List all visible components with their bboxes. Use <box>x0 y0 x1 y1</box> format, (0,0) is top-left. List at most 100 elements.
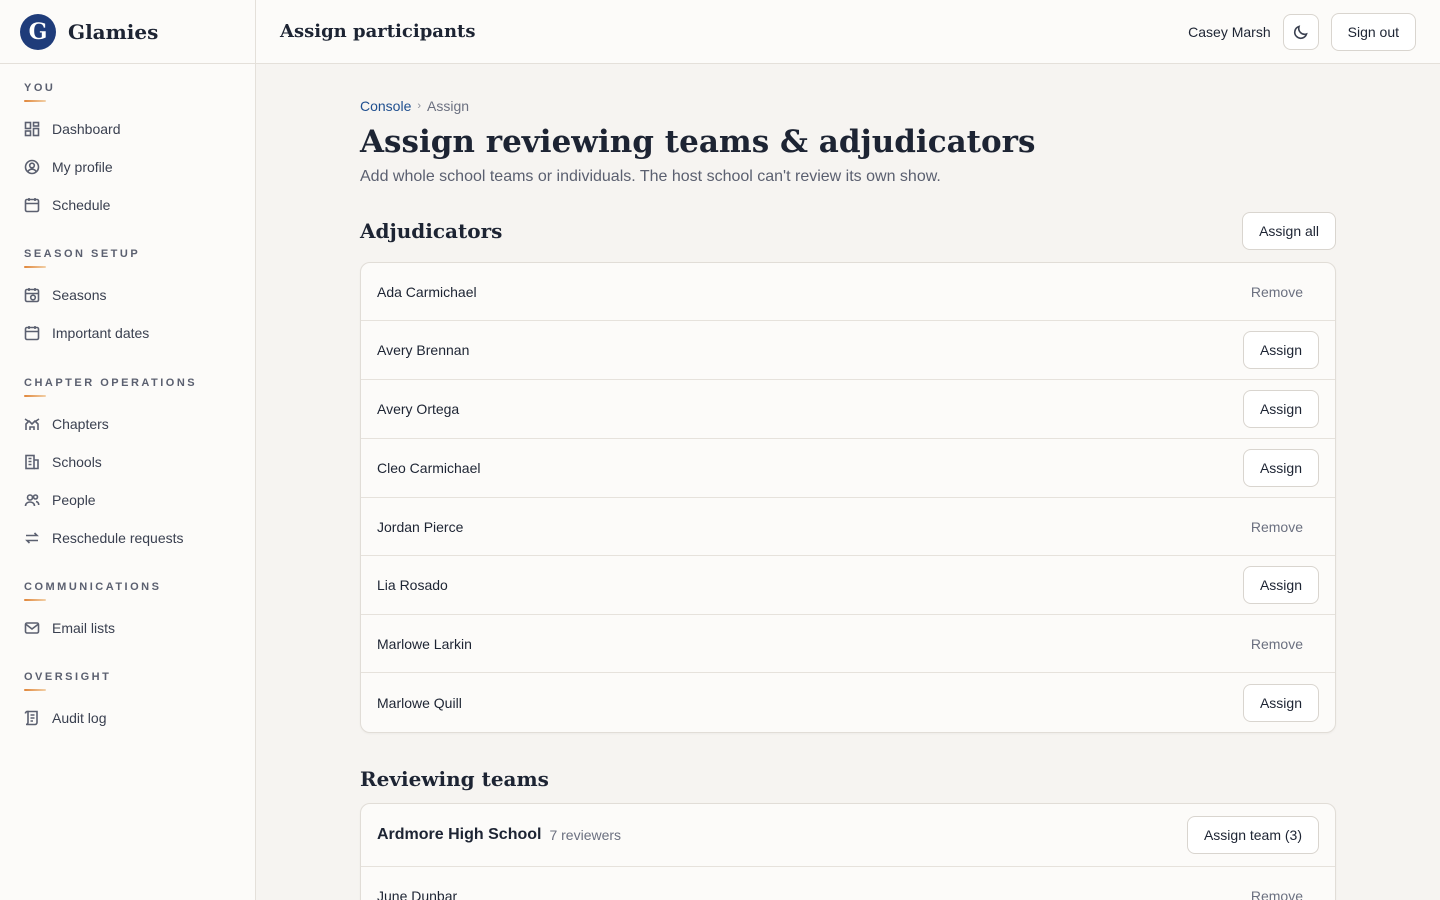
brand-name: Glamies <box>68 19 159 44</box>
breadcrumb-console-link[interactable]: Console <box>360 98 411 114</box>
nav-section-communications: COMMUNICATIONS Email lists <box>24 581 231 647</box>
user-circle-icon <box>24 159 40 175</box>
people-icon <box>24 494 40 507</box>
reviewing-teams-header: Reviewing teams <box>360 767 1336 791</box>
sidebar-item-label: People <box>52 492 96 508</box>
remove-button[interactable]: Remove <box>1251 519 1319 535</box>
sidebar: G Glamies YOU Dashboard My profile Sched… <box>0 0 256 900</box>
sidebar-item-label: My profile <box>52 159 113 175</box>
sidebar-item-label: Seasons <box>52 287 107 303</box>
brand-logo: G <box>20 13 56 50</box>
nav-heading: SEASON SETUP <box>24 248 141 260</box>
breadcrumb-separator-icon: › <box>417 100 422 112</box>
topbar: Assign participants Casey Marsh Sign out <box>256 0 1440 64</box>
adjudicator-name: Cleo Carmichael <box>377 460 481 476</box>
adjudicator-name: Lia Rosado <box>377 577 448 593</box>
assign-button[interactable]: Assign <box>1242 566 1319 604</box>
sidebar-item-dashboard[interactable]: Dashboard <box>24 110 231 148</box>
remove-button[interactable]: Remove <box>1251 636 1319 652</box>
list-item: Marlowe Larkin Remove <box>361 615 1335 673</box>
audit-log-icon <box>24 710 38 726</box>
dashboard-icon <box>24 121 40 137</box>
list-item: Ada Carmichael Remove <box>361 263 1335 321</box>
mail-icon <box>24 622 40 634</box>
sidebar-item-reschedule-requests[interactable]: Reschedule requests <box>24 519 231 557</box>
nav-section-chapter-operations: CHAPTER OPERATIONS Chapters Schools Peop… <box>24 377 231 557</box>
sidebar-item-label: Reschedule requests <box>52 530 184 546</box>
brand[interactable]: G Glamies <box>0 0 255 64</box>
sidebar-item-audit-log[interactable]: Audit log <box>24 699 231 737</box>
sidebar-item-email-lists[interactable]: Email lists <box>24 609 231 647</box>
sidebar-item-label: Chapters <box>52 416 109 432</box>
list-item: Marlowe Quill Assign <box>361 673 1335 732</box>
sidebar-item-seasons[interactable]: Seasons <box>24 276 231 314</box>
user-name: Casey Marsh <box>1188 23 1271 40</box>
assign-button[interactable]: Assign <box>1242 449 1319 487</box>
team-school-name: Ardmore High School <box>377 826 542 843</box>
nav-heading-underline <box>24 266 46 268</box>
breadcrumb-current: Assign <box>427 98 470 114</box>
list-item: Cleo Carmichael Assign <box>361 439 1335 498</box>
adjudicator-name: Marlowe Larkin <box>377 635 472 652</box>
nav-section-season-setup: SEASON SETUP Seasons Important dates <box>24 248 231 352</box>
remove-button[interactable]: Remove <box>1251 284 1319 300</box>
assign-team-button[interactable]: Assign team (3) <box>1186 816 1319 854</box>
moon-icon <box>1293 24 1308 39</box>
reviewing-teams-heading: Reviewing teams <box>360 767 549 791</box>
building-icon <box>25 454 39 470</box>
team-header-row: Ardmore High School 7 reviewers Assign t… <box>361 804 1335 867</box>
adjudicator-name: Marlowe Quill <box>377 694 462 711</box>
team-member-name: June Dunbar <box>377 888 458 900</box>
sidebar-item-people[interactable]: People <box>24 481 231 519</box>
nav-heading-underline <box>24 689 46 691</box>
theme-toggle-button[interactable] <box>1282 13 1319 50</box>
nav-heading-underline <box>24 100 46 102</box>
nav-heading-underline <box>24 395 46 397</box>
assign-button[interactable]: Assign <box>1242 331 1319 369</box>
sidebar-item-schedule[interactable]: Schedule <box>24 186 231 224</box>
page-title: Assign reviewing teams & adjudicators <box>360 124 1036 160</box>
sidebar-item-important-dates[interactable]: Important dates <box>24 314 231 352</box>
sidebar-item-label: Schedule <box>52 197 111 213</box>
page-subtitle: Add whole school teams or individuals. T… <box>360 168 941 185</box>
sidebar-item-label: Dashboard <box>52 121 121 137</box>
nav-heading-underline <box>24 599 46 601</box>
sidebar-item-label: Email lists <box>52 620 116 636</box>
nav-heading: CHAPTER OPERATIONS <box>24 377 198 389</box>
adjudicator-name: Ada Carmichael <box>377 283 477 300</box>
calendar-icon <box>24 326 40 341</box>
assign-button[interactable]: Assign <box>1242 390 1319 428</box>
main-content: Console › Assign Assign reviewing teams … <box>360 64 1336 900</box>
sidebar-item-my-profile[interactable]: My profile <box>24 148 231 186</box>
calendar-clock-icon <box>24 288 40 303</box>
list-item: Avery Brennan Assign <box>361 321 1335 380</box>
list-item: Jordan Pierce Remove <box>361 498 1335 556</box>
sidebar-item-schools[interactable]: Schools <box>24 443 231 481</box>
nav-section-you: YOU Dashboard My profile Schedule <box>24 82 231 224</box>
team-reviewer-count: 7 reviewers <box>549 827 622 843</box>
sidebar-item-label: Important dates <box>52 325 150 341</box>
swap-icon <box>25 532 39 544</box>
sign-out-button[interactable]: Sign out <box>1330 12 1416 51</box>
topbar-title: Assign participants <box>280 21 476 42</box>
assign-button[interactable]: Assign <box>1242 683 1319 722</box>
sidebar-item-chapters[interactable]: Chapters <box>24 405 231 443</box>
assign-all-button[interactable]: Assign all <box>1242 212 1336 250</box>
adjudicators-heading: Adjudicators <box>360 219 503 243</box>
nav-heading: OVERSIGHT <box>24 671 112 683</box>
adjudicators-header: Adjudicators Assign all <box>360 212 1336 250</box>
sidebar-item-label: Schools <box>52 454 102 470</box>
breadcrumb: Console › Assign <box>360 98 1336 114</box>
remove-button[interactable]: Remove <box>1251 888 1319 900</box>
list-item: Avery Ortega Assign <box>361 380 1335 439</box>
nav-heading: YOU <box>24 82 56 94</box>
adjudicator-name: Avery Brennan <box>377 342 470 358</box>
chapters-icon <box>24 418 40 430</box>
adjudicator-name: Jordan Pierce <box>377 518 464 535</box>
reviewing-team-card: Ardmore High School 7 reviewers Assign t… <box>360 803 1336 900</box>
adjudicator-name: Avery Ortega <box>377 401 460 417</box>
adjudicators-list: Ada Carmichael Remove Avery Brennan Assi… <box>360 262 1336 733</box>
sidebar-item-label: Audit log <box>52 710 107 726</box>
list-item: June Dunbar Remove <box>361 867 1335 900</box>
calendar-icon <box>24 198 40 213</box>
